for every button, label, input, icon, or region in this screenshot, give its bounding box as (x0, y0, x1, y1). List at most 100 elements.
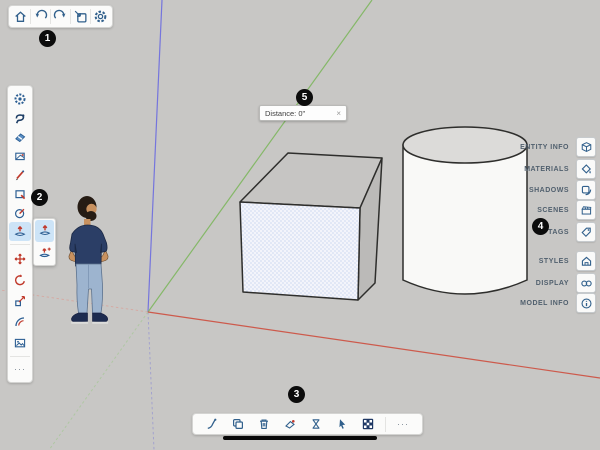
model-info-icon (580, 297, 593, 310)
hourglass-flip-icon (309, 417, 323, 431)
callout-5: 5 (296, 89, 313, 106)
cursor-button[interactable] (333, 415, 351, 433)
export-icon (73, 9, 88, 24)
box-object[interactable] (240, 153, 382, 300)
model-info-button[interactable] (576, 293, 596, 313)
push-pull-flyout (33, 218, 56, 266)
tags-tag-icon (580, 226, 593, 239)
settings-button[interactable] (91, 7, 110, 26)
scenes-button[interactable] (576, 200, 596, 220)
lasso-tool-button[interactable] (9, 108, 31, 127)
undo-button[interactable] (31, 7, 50, 26)
callout-2: 2 (31, 189, 48, 206)
delete-button[interactable] (255, 415, 273, 433)
more-tools-button[interactable]: ··· (9, 360, 31, 379)
cylinder-top-face[interactable] (403, 127, 527, 163)
bottom-black-bar (223, 436, 377, 440)
measurement-label: Distance: 0" (265, 109, 305, 118)
offset-tool-button[interactable] (9, 311, 31, 332)
panel-row-model-info: MODEL INFO (520, 293, 596, 313)
settings-gear-icon (93, 9, 108, 24)
model-info-label: MODEL INFO (520, 300, 569, 307)
rotate-tool-icon (13, 273, 27, 287)
cylinder-body[interactable] (403, 145, 527, 294)
display-button[interactable] (576, 273, 596, 293)
panel-row-tags: TAGS (548, 222, 596, 242)
styles-label: STYLES (539, 258, 569, 265)
styles-house-icon (580, 255, 593, 268)
tags-button[interactable] (576, 222, 596, 242)
arc-tool-icon (13, 206, 27, 220)
toolbar-separator (10, 244, 30, 245)
scale-tool-icon (13, 294, 27, 308)
styles-button[interactable] (576, 251, 596, 271)
panel-row-display: DISPLAY (536, 273, 596, 293)
checker-pattern-icon (361, 417, 375, 431)
offset-tool-icon (13, 315, 27, 329)
sketchup-web-window: ··· Distance: 0" × ENTITY INFO MATERIALS… (0, 0, 600, 450)
box-front-face-selected[interactable] (240, 202, 360, 300)
weld-button[interactable] (203, 415, 221, 433)
callout-3: 3 (288, 386, 305, 403)
display-glasses-icon (580, 277, 593, 290)
push-pull-variant-button[interactable] (35, 220, 54, 242)
paint-button[interactable] (281, 415, 299, 433)
redo-button[interactable] (51, 7, 70, 26)
entity-info-button[interactable] (576, 137, 596, 157)
blue-axis-negative (148, 312, 154, 450)
3d-viewport[interactable] (0, 0, 600, 450)
line-tool-button[interactable] (9, 165, 31, 184)
blue-axis (148, 0, 162, 312)
more-actions-button[interactable]: ··· (394, 415, 412, 433)
copy-button[interactable] (229, 415, 247, 433)
shadows-button[interactable] (576, 180, 596, 200)
left-toolbar: ··· (7, 85, 33, 383)
home-button[interactable] (11, 7, 30, 26)
shapes-tool-button[interactable] (9, 184, 31, 203)
trash-icon (257, 417, 271, 431)
home-icon (13, 9, 28, 24)
arc-tool-button[interactable] (9, 203, 31, 222)
undo-icon (33, 9, 48, 24)
scenes-clapper-icon (580, 204, 593, 217)
shadows-label: SHADOWS (529, 187, 569, 194)
panel-row-styles: STYLES (539, 251, 596, 271)
materials-button[interactable] (576, 159, 596, 179)
push-pull-tool-icon (13, 225, 27, 239)
paint-eraser-icon (283, 417, 297, 431)
push-pull-icon (38, 224, 52, 238)
eraser-tool-button[interactable] (9, 127, 31, 146)
materials-paint-bucket-icon (580, 163, 593, 176)
panel-row-shadows: SHADOWS (529, 180, 596, 200)
push-pull-add-variant-button[interactable] (35, 242, 54, 264)
entity-info-icon (580, 141, 593, 154)
panel-row-entity-info: ENTITY INFO (520, 137, 596, 157)
flip-button[interactable] (307, 415, 325, 433)
lasso-tool-icon (13, 111, 27, 125)
scale-tool-button[interactable] (9, 290, 31, 311)
weld-icon (205, 417, 219, 431)
push-pull-tool-button[interactable] (9, 222, 31, 241)
cylinder-object[interactable] (403, 127, 527, 294)
redo-icon (53, 9, 68, 24)
export-button[interactable] (71, 7, 90, 26)
rotate-tool-button[interactable] (9, 269, 31, 290)
measurement-box[interactable]: Distance: 0" × (259, 105, 347, 121)
select-tool-button[interactable] (9, 89, 31, 108)
measurement-close-icon[interactable]: × (336, 109, 341, 118)
materials-label: MATERIALS (524, 166, 569, 173)
push-pull-add-icon (38, 246, 52, 260)
move-tool-icon (13, 252, 27, 266)
box-top-face[interactable] (240, 153, 382, 208)
cursor-arrow-icon (335, 417, 349, 431)
paint-tool-icon (13, 149, 27, 163)
tags-label: TAGS (548, 229, 569, 236)
image-tool-button[interactable] (9, 332, 31, 353)
move-tool-button[interactable] (9, 248, 31, 269)
line-pencil-icon (13, 168, 27, 182)
scale-figure-person[interactable] (69, 196, 108, 324)
paint-tool-button[interactable] (9, 146, 31, 165)
pattern-button[interactable] (359, 415, 377, 433)
bottom-toolbar: ··· (192, 413, 423, 435)
callout-1: 1 (39, 30, 56, 47)
